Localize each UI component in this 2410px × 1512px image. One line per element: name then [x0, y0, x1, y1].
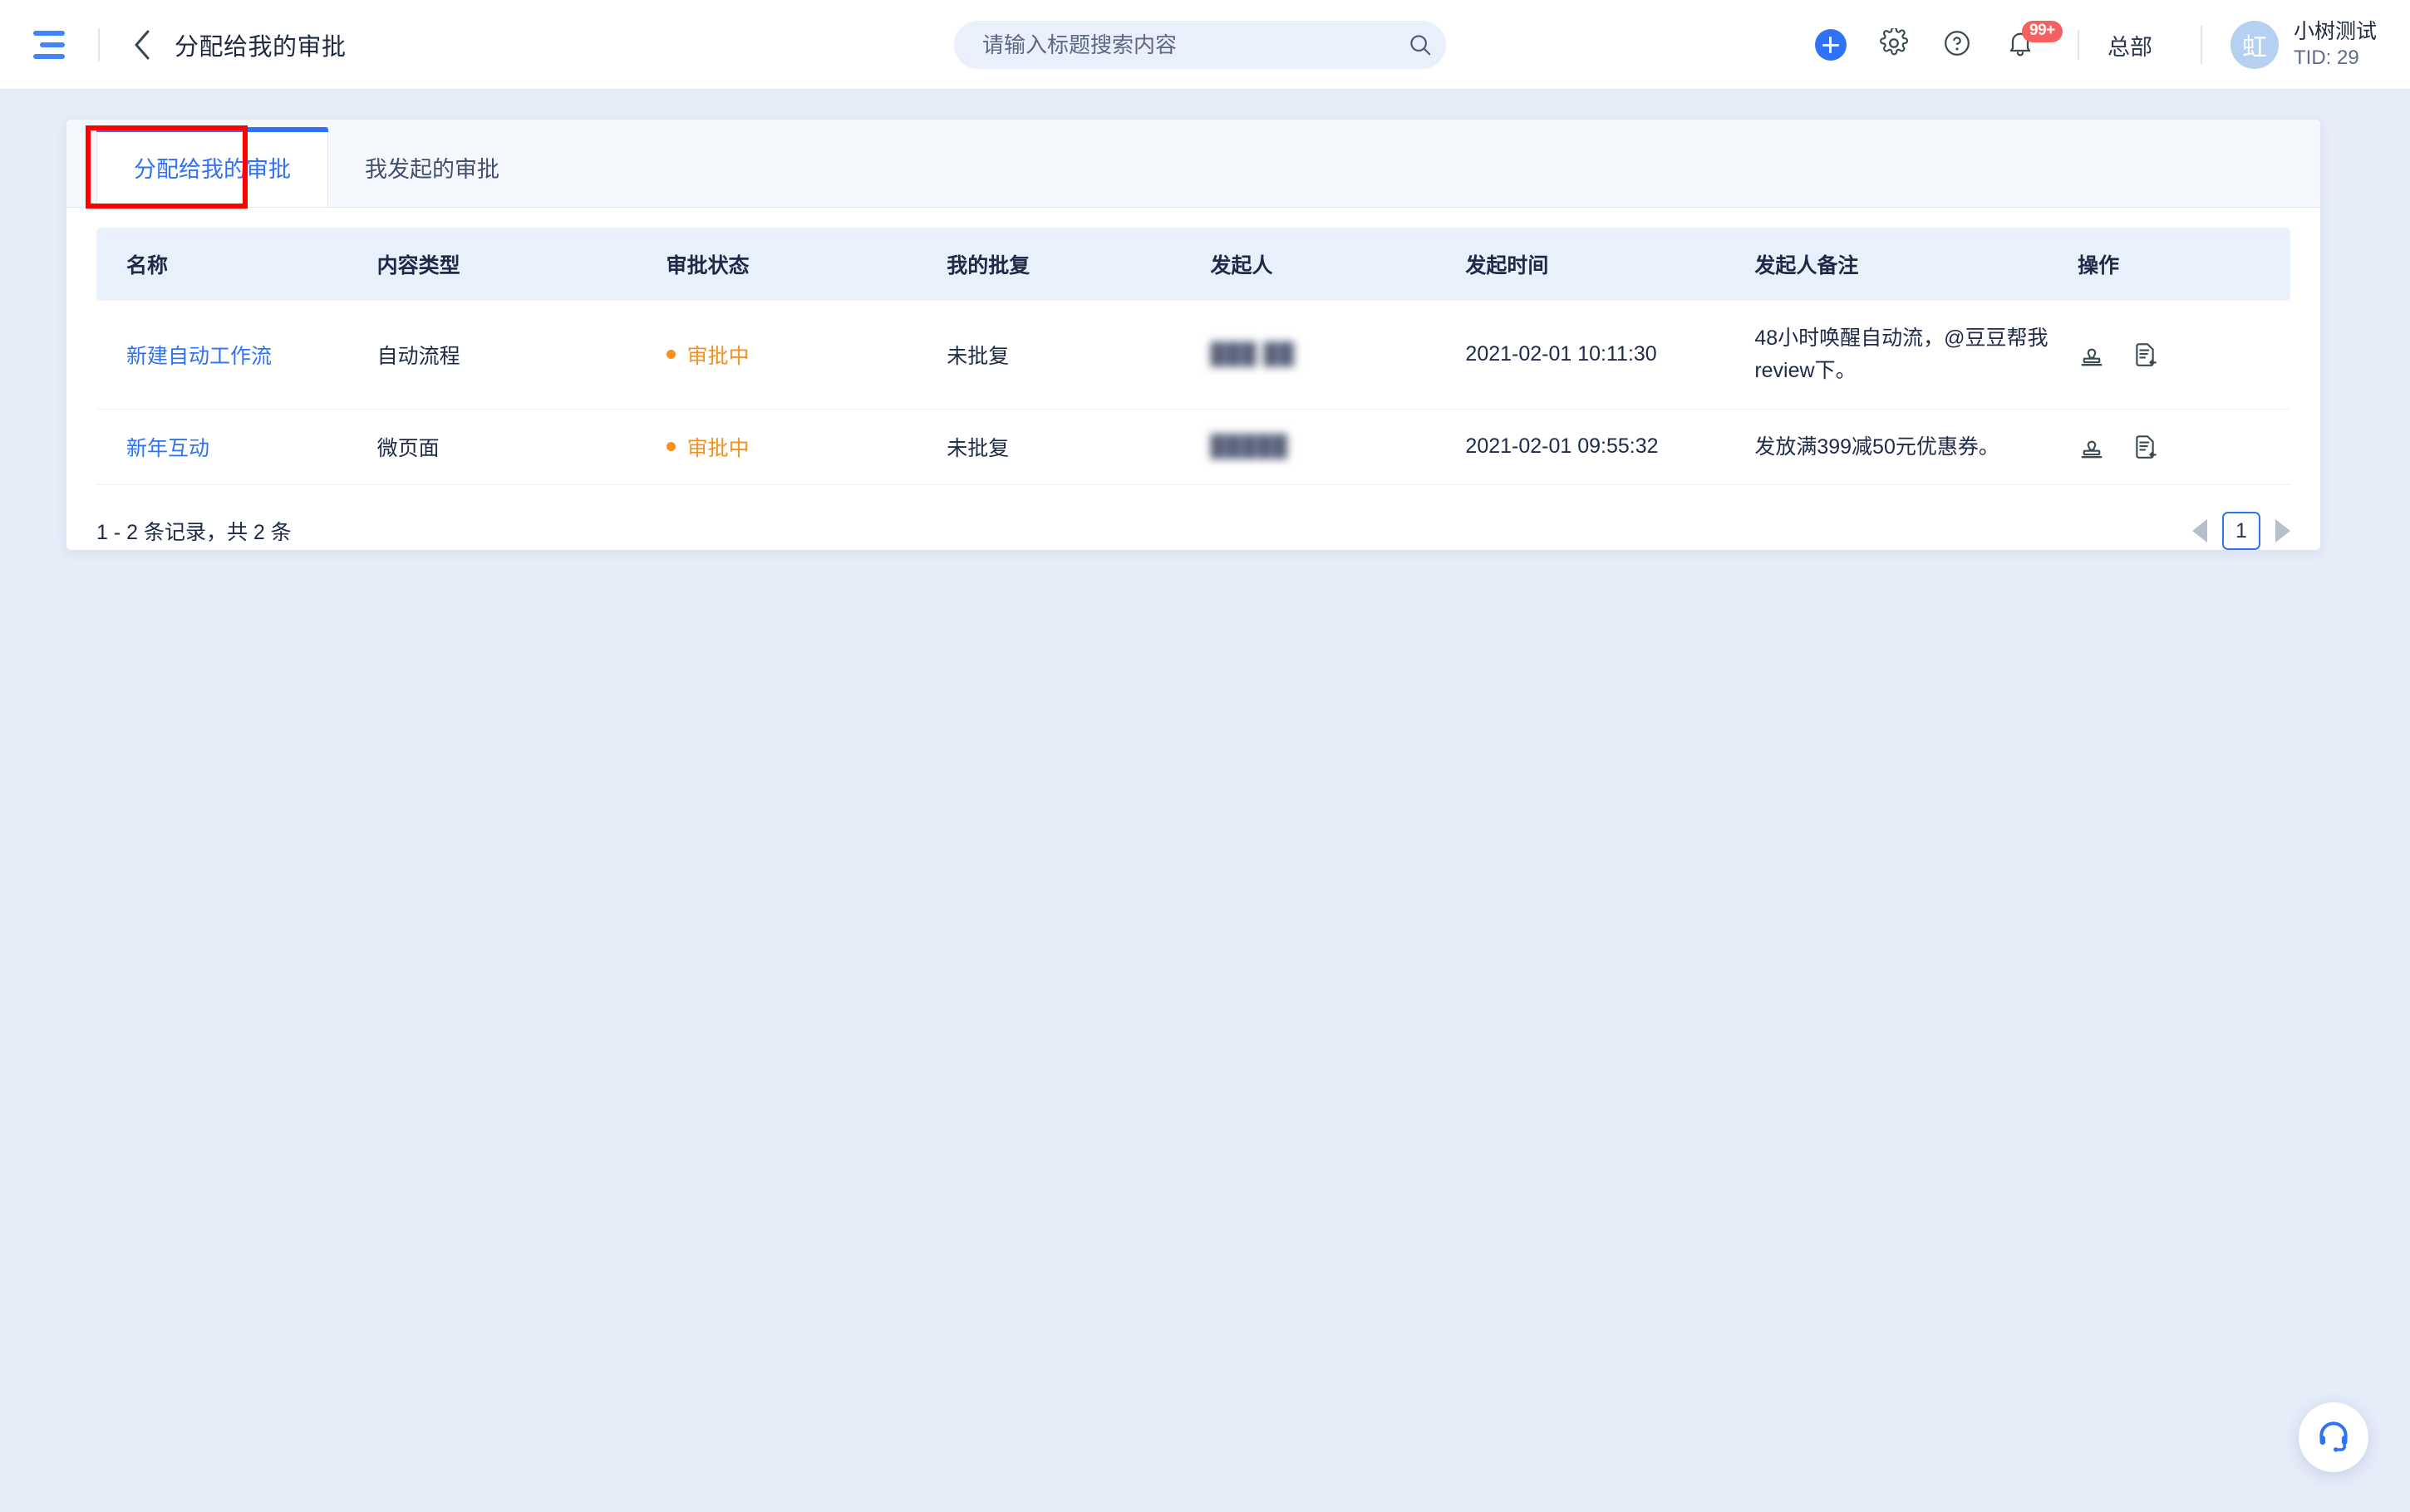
- tab-initiated-by-me[interactable]: 我发起的审批: [328, 127, 536, 207]
- notifications-button[interactable]: 99+: [1994, 19, 2063, 71]
- cell-remark: 发放满399减50元优惠券。: [1754, 409, 2078, 486]
- table-row[interactable]: 新建自动工作流 自动流程 审批中 未批复 ███ ██ 2021-02-01 1…: [96, 301, 2290, 410]
- status-badge: 审批中: [686, 436, 750, 460]
- cell-name: 新建自动工作流: [96, 301, 377, 410]
- cell-my-reply: 未批复: [947, 409, 1211, 486]
- notification-badge: 99+: [2021, 21, 2063, 42]
- add-button[interactable]: [1805, 19, 1857, 71]
- status-dot-icon: [666, 442, 676, 452]
- table-header-row: 名称 内容类型 审批状态 我的批复 发起人 发起时间 发起人备注 操作: [96, 228, 2290, 301]
- th-initiator: 发起人: [1210, 228, 1466, 301]
- top-bar-right: 99+ 总部 虹 小树测试 TID: 29: [1805, 0, 2410, 90]
- cell-name: 新年互动: [96, 409, 377, 486]
- cell-status: 审批中: [666, 301, 947, 410]
- initiator-name: █████: [1210, 434, 1289, 459]
- cell-remark: 48小时唤醒自动流，@豆豆帮我review下。: [1754, 301, 2078, 410]
- top-bar-left: 分配给我的审批: [0, 27, 347, 63]
- th-time: 发起时间: [1465, 228, 1755, 301]
- status-dot-icon: [666, 350, 676, 360]
- approve-stamp-icon[interactable]: [2078, 341, 2106, 369]
- approval-table: 名称 内容类型 审批状态 我的批复 发起人 发起时间 发起人备注 操作 新建自动…: [96, 228, 2290, 486]
- cell-initiator: █████: [1210, 409, 1466, 486]
- table-container: 名称 内容类型 审批状态 我的批复 发起人 发起时间 发起人备注 操作 新建自动…: [66, 208, 2320, 486]
- pagination: 1: [2192, 512, 2290, 550]
- cell-content-type: 自动流程: [376, 301, 666, 410]
- search-bar[interactable]: [954, 21, 1446, 69]
- top-bar: 分配给我的审批 请输入标题搜索内容 99+ 总部 虹 小树测试 TID: 29: [0, 0, 2410, 90]
- search-input[interactable]: [954, 32, 1394, 58]
- cell-my-reply: 未批复: [947, 301, 1211, 410]
- cell-time: 2021-02-01 09:55:32: [1465, 409, 1755, 486]
- tab-label: 我发起的审批: [365, 156, 499, 182]
- gear-icon: [1879, 26, 1909, 62]
- approval-card: 分配给我的审批 我发起的审批 名称 内容类型 审批状态 我的批复 发起人 发起时…: [66, 120, 2320, 550]
- triangle-right-icon[interactable]: [2275, 519, 2290, 543]
- status-badge: 审批中: [686, 344, 750, 368]
- row-name-link[interactable]: 新年互动: [126, 437, 209, 460]
- th-status: 审批状态: [666, 228, 947, 301]
- search-icon[interactable]: [1394, 32, 1446, 57]
- table-body: 新建自动工作流 自动流程 审批中 未批复 ███ ██ 2021-02-01 1…: [96, 301, 2290, 486]
- app-root: 分配给我的审批 请输入标题搜索内容 99+ 总部 虹 小树测试 TID: 29 …: [0, 0, 2410, 1512]
- header-divider: [98, 27, 100, 61]
- cell-status: 审批中: [666, 409, 947, 486]
- approve-stamp-icon[interactable]: [2078, 433, 2106, 461]
- cell-operations: [2078, 409, 2290, 486]
- cell-operations: [2078, 301, 2290, 410]
- reply-document-icon[interactable]: [2131, 433, 2159, 461]
- chevron-left-icon[interactable]: [128, 27, 156, 63]
- cell-content-type: 微页面: [376, 409, 666, 486]
- th-name: 名称: [96, 228, 377, 301]
- page-title: 分配给我的审批: [175, 33, 347, 61]
- initiator-name: ███ ██: [1210, 342, 1295, 366]
- settings-button[interactable]: [1868, 19, 1920, 71]
- toolbar-divider: [2077, 30, 2079, 60]
- table-row[interactable]: 新年互动 微页面 审批中 未批复 █████ 2021-02-01 09:55:…: [96, 409, 2290, 486]
- th-type: 内容类型: [376, 228, 666, 301]
- plus-circle-icon: [1814, 29, 1847, 61]
- cell-time: 2021-02-01 10:11:30: [1465, 301, 1755, 410]
- cell-initiator: ███ ██: [1210, 301, 1466, 410]
- user-name: 小树测试: [2293, 20, 2377, 44]
- tab-assigned-to-me[interactable]: 分配给我的审批: [96, 127, 328, 207]
- tab-label: 分配给我的审批: [134, 157, 291, 182]
- user-menu[interactable]: 小树测试 TID: 29: [2294, 19, 2377, 70]
- page-number-button[interactable]: 1: [2222, 512, 2260, 550]
- row-name-link[interactable]: 新建自动工作流: [126, 345, 272, 368]
- help-button[interactable]: [1931, 19, 1983, 71]
- user-divider: [2200, 26, 2202, 64]
- support-fab-button[interactable]: [2299, 1402, 2368, 1472]
- triangle-left-icon[interactable]: [2192, 519, 2207, 543]
- th-my-reply: 我的批复: [947, 228, 1211, 301]
- tab-bar: 分配给我的审批 我发起的审批: [66, 120, 2320, 208]
- th-remark: 发起人备注: [1754, 228, 2078, 301]
- question-circle-icon: [1942, 28, 1972, 62]
- table-footer: 1 - 2 条记录，共 2 条 1: [66, 485, 2320, 550]
- record-count: 1 - 2 条记录，共 2 条: [96, 521, 292, 545]
- avatar[interactable]: 虹: [2230, 21, 2279, 69]
- th-operations: 操作: [2078, 228, 2290, 301]
- hamburger-icon[interactable]: [33, 28, 70, 61]
- user-tid: TID: 29: [2293, 46, 2359, 69]
- org-selector[interactable]: 总部: [2108, 29, 2152, 61]
- table-header: 名称 内容类型 审批状态 我的批复 发起人 发起时间 发起人备注 操作: [96, 228, 2290, 301]
- headset-icon: [2315, 1417, 2352, 1458]
- reply-document-icon[interactable]: [2131, 341, 2159, 369]
